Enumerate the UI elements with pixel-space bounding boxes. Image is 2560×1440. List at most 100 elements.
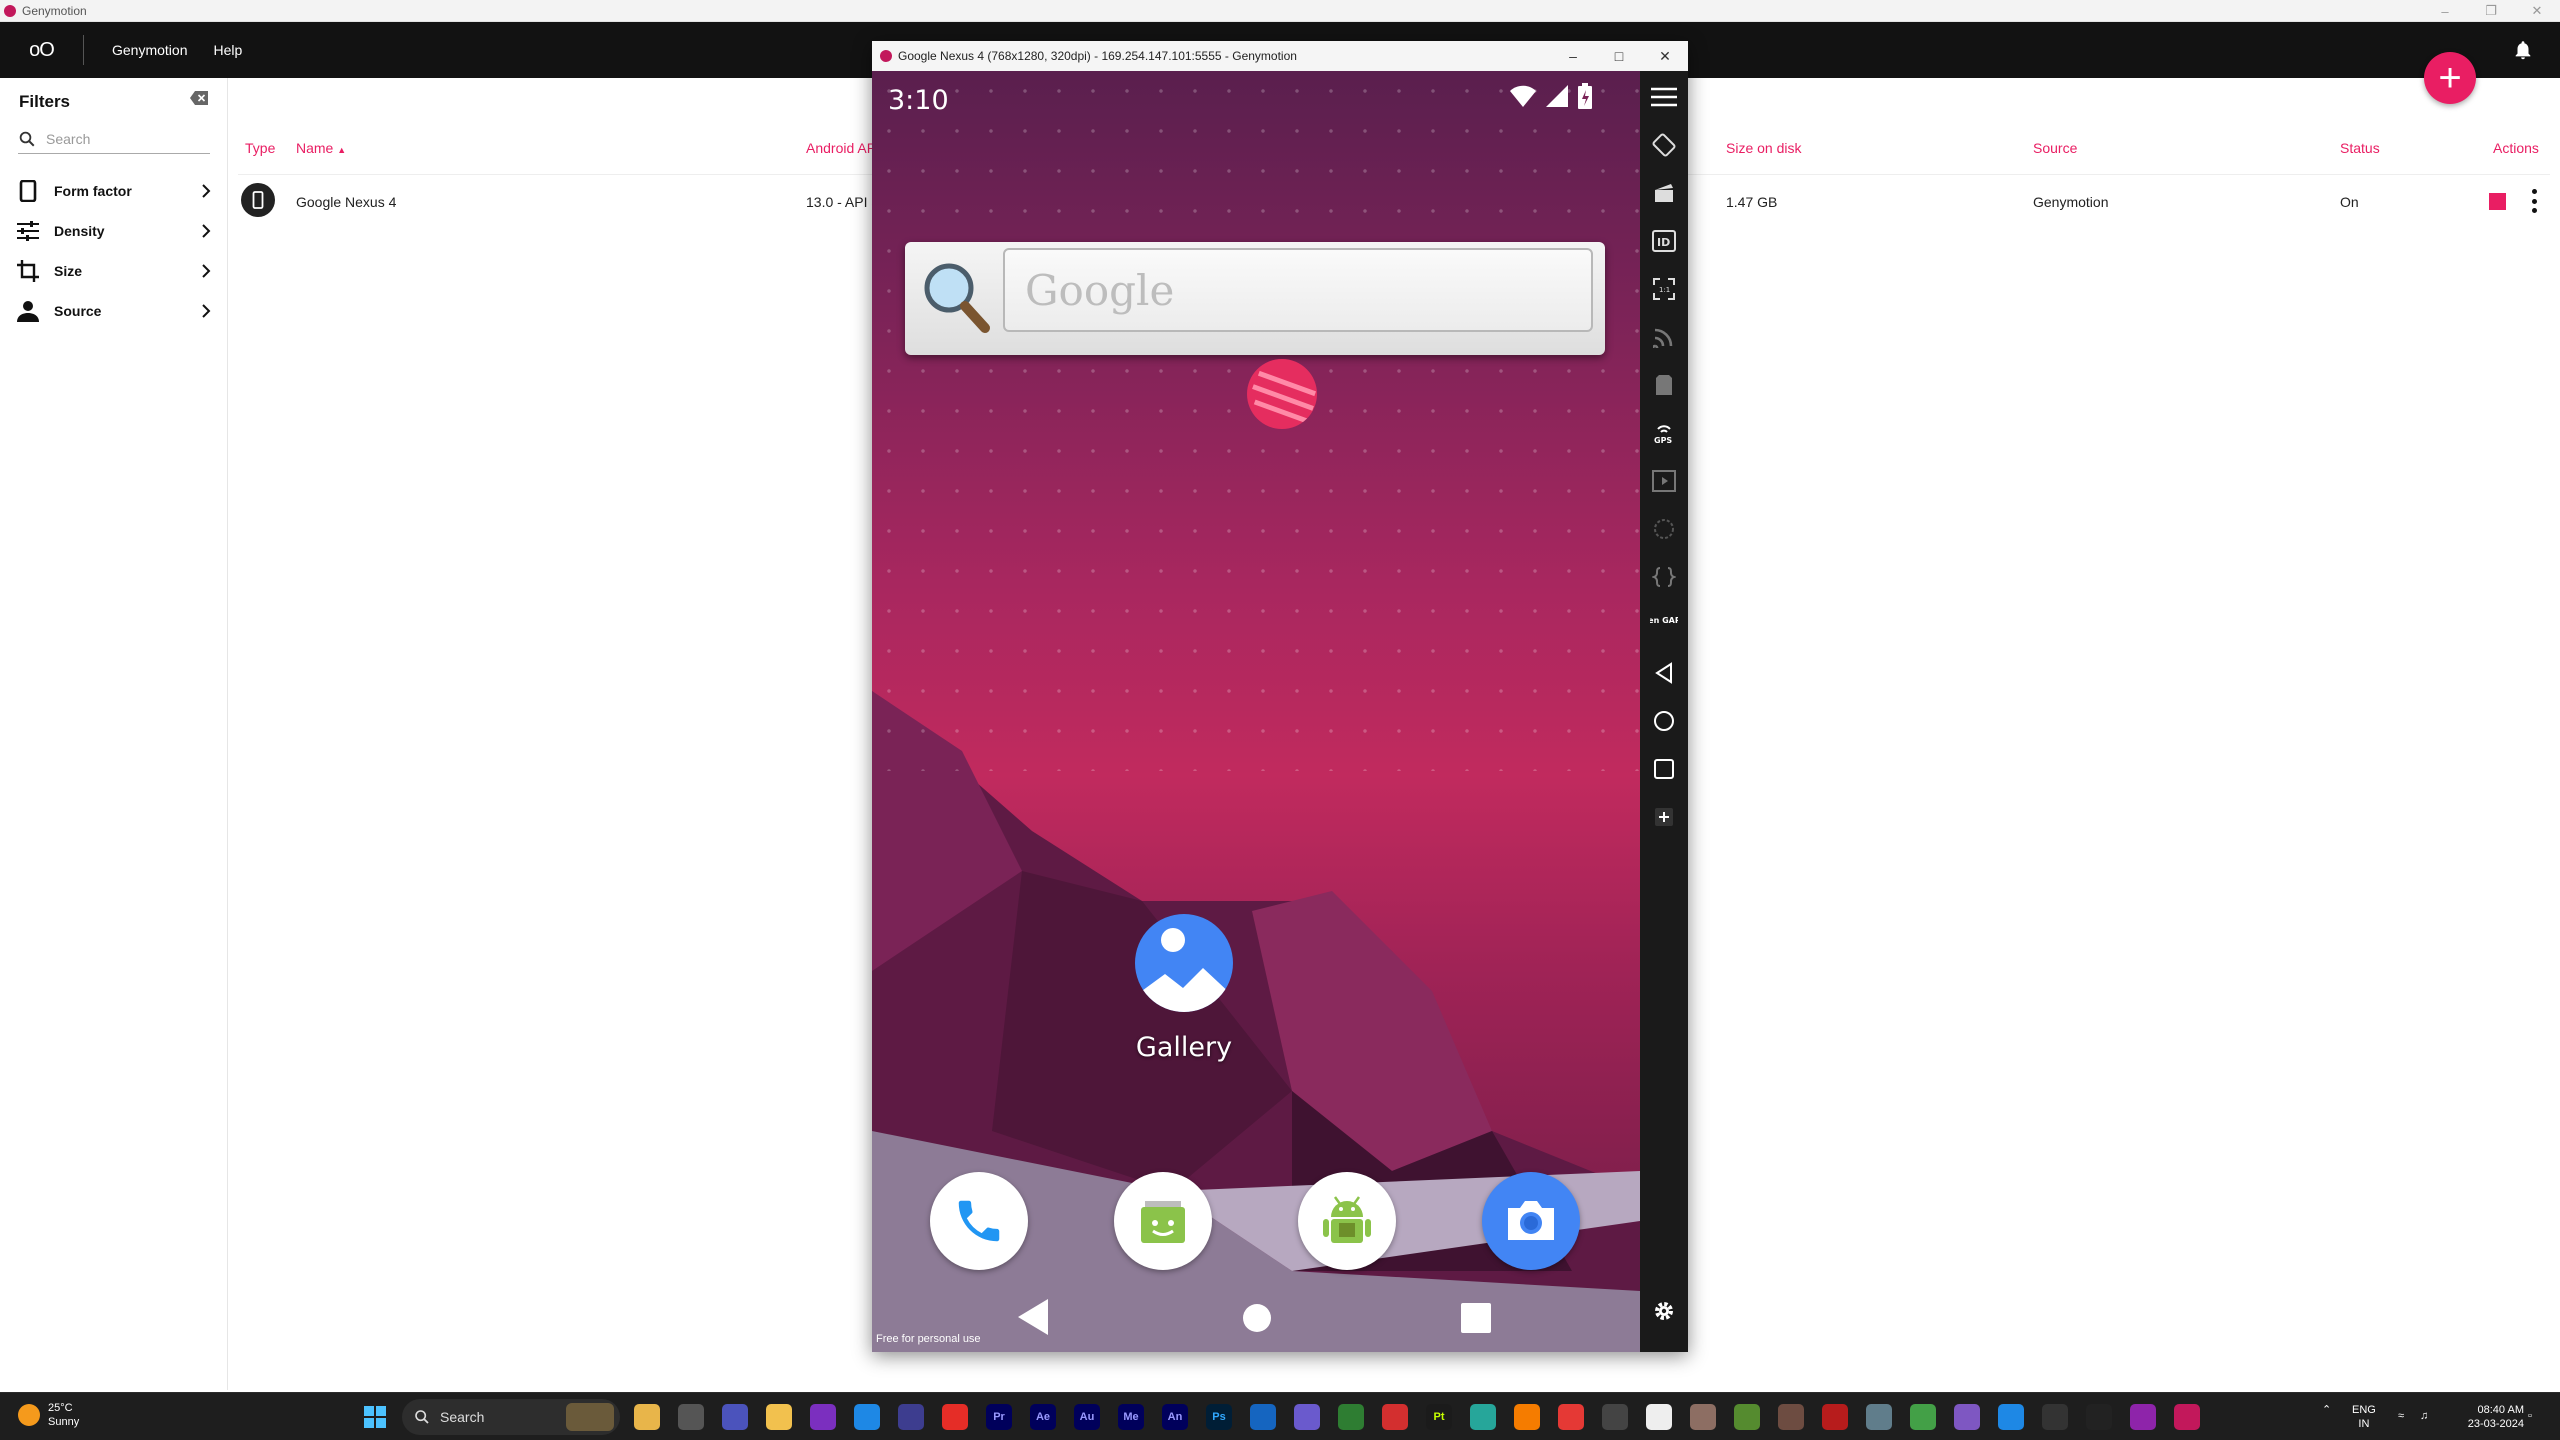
identifiers-icon[interactable]: ID	[1650, 227, 1678, 255]
capture-icon[interactable]	[1650, 179, 1678, 207]
app-icon[interactable]	[1470, 1404, 1496, 1430]
volume-tray-icon[interactable]: ♫	[2420, 1409, 2428, 1423]
app-icon[interactable]	[1734, 1404, 1760, 1430]
android-home-button[interactable]	[1242, 1303, 1272, 1333]
blender-icon[interactable]	[1514, 1404, 1540, 1430]
app-icon[interactable]	[1998, 1404, 2024, 1430]
player-icon[interactable]	[1250, 1404, 1276, 1430]
android-recents-button[interactable]	[1460, 1302, 1492, 1334]
toolbar-home-icon[interactable]	[1650, 707, 1678, 735]
archive-icon[interactable]	[2042, 1404, 2068, 1430]
after-effects-icon[interactable]: Ae	[1030, 1404, 1056, 1430]
messaging-app-icon[interactable]	[1114, 1172, 1212, 1270]
signal-icon	[1546, 85, 1568, 107]
phone-app-icon[interactable]	[930, 1172, 1028, 1270]
phone-sms-icon[interactable]	[1650, 371, 1678, 399]
app-icon[interactable]	[810, 1404, 836, 1430]
menu-help[interactable]: Help	[213, 42, 242, 58]
column-header-size-on-disk[interactable]: Size on disk	[1726, 140, 1801, 156]
file-explorer-icon[interactable]	[766, 1404, 792, 1430]
settings-icon[interactable]	[1866, 1404, 1892, 1430]
filter-form-factor[interactable]: Form factor	[16, 176, 212, 206]
pixel-perfect-icon[interactable]: 1:1	[1650, 275, 1678, 303]
column-header-name[interactable]: Name ▲	[296, 140, 346, 156]
weather-widget[interactable]: 25°C Sunny	[18, 1401, 79, 1429]
taskbar-search[interactable]: Search	[402, 1399, 620, 1435]
photoshop-icon[interactable]: Ps	[1206, 1404, 1232, 1430]
film-icon[interactable]	[898, 1404, 924, 1430]
windows-start-icon[interactable]	[364, 1406, 386, 1428]
emulator-maximize-button[interactable]: □	[1596, 41, 1642, 71]
shield-icon[interactable]	[1294, 1404, 1320, 1430]
filter-size[interactable]: Size	[16, 256, 212, 286]
app-icon[interactable]	[1954, 1404, 1980, 1430]
chrome-icon[interactable]	[1558, 1404, 1584, 1430]
teams-icon[interactable]	[722, 1404, 748, 1430]
google-search-field[interactable]: Google	[1003, 248, 1593, 332]
biometrics-icon[interactable]	[1650, 515, 1678, 543]
android-store-app-icon[interactable]	[1298, 1172, 1396, 1270]
menu-genymotion[interactable]: Genymotion	[112, 42, 187, 58]
filter-source[interactable]: Source	[16, 296, 212, 326]
notification-bell-icon[interactable]	[2512, 38, 2534, 62]
audition-icon[interactable]: Au	[1074, 1404, 1100, 1430]
camera-app-icon[interactable]	[1482, 1172, 1580, 1270]
gallery-app[interactable]: Gallery	[1114, 914, 1254, 1063]
mail-icon[interactable]	[1382, 1404, 1408, 1430]
svg-text:1:1: 1:1	[1659, 286, 1670, 294]
close-button[interactable]: ✕	[2514, 0, 2560, 22]
filter-search-input[interactable]	[46, 130, 196, 147]
column-header-type[interactable]: Type	[245, 140, 275, 156]
clock[interactable]: 08:40 AM 23-03-2024	[2448, 1403, 2524, 1431]
toolbar-back-icon[interactable]	[1650, 659, 1678, 687]
column-header-android-api[interactable]: Android API	[806, 140, 880, 156]
app-icon[interactable]	[1338, 1404, 1364, 1430]
column-header-source[interactable]: Source	[2033, 140, 2077, 156]
language-indicator[interactable]: ENG IN	[2352, 1403, 2376, 1431]
app-icon[interactable]	[1822, 1404, 1848, 1430]
settings-gear-icon[interactable]	[1650, 1297, 1678, 1325]
filter-density[interactable]: Density	[16, 216, 212, 246]
stop-device-button[interactable]	[2489, 193, 2506, 210]
android-screen[interactable]: 3:10 Google Gallery Free for personal us…	[872, 71, 1640, 1352]
opengapps-icon[interactable]: Open GAPPS	[1650, 611, 1678, 639]
emulator-minimize-button[interactable]: –	[1550, 41, 1596, 71]
app-icon[interactable]	[1602, 1404, 1628, 1430]
terminal-icon[interactable]	[2086, 1404, 2112, 1430]
clear-filters-icon[interactable]	[190, 91, 208, 105]
menu-icon[interactable]	[1650, 83, 1678, 111]
android-back-button[interactable]	[1018, 1299, 1050, 1335]
column-header-status[interactable]: Status	[2340, 140, 2380, 156]
network-icon[interactable]	[1650, 323, 1678, 351]
google-search-widget[interactable]: Google	[905, 242, 1605, 355]
genymotion-taskbar-icon[interactable]	[2174, 1404, 2200, 1430]
media-encoder-icon[interactable]: Me	[1118, 1404, 1144, 1430]
copilot-icon[interactable]	[634, 1404, 660, 1430]
toolbar-add-icon[interactable]	[1650, 803, 1678, 831]
app-icon[interactable]	[1690, 1404, 1716, 1430]
add-device-button[interactable]: +	[2424, 52, 2476, 104]
app-icon[interactable]	[1778, 1404, 1804, 1430]
minimize-button[interactable]: –	[2422, 0, 2468, 22]
youtube-icon[interactable]	[942, 1404, 968, 1430]
notification-center-icon[interactable]: ▫	[2528, 1409, 2532, 1423]
rotate-icon[interactable]	[1650, 131, 1678, 159]
genymotion-logo[interactable]: oO	[0, 35, 84, 65]
app-icon[interactable]	[2130, 1404, 2156, 1430]
show-hidden-icons[interactable]: ⌃	[2322, 1403, 2331, 1417]
emulator-close-button[interactable]: ✕	[1642, 41, 1688, 71]
more-actions-icon[interactable]	[2530, 189, 2538, 213]
app-icon[interactable]	[1910, 1404, 1936, 1430]
toolbar-recents-icon[interactable]	[1650, 755, 1678, 783]
gps-icon[interactable]: GPS	[1650, 419, 1678, 447]
task-view-icon[interactable]	[678, 1404, 704, 1430]
painter-icon[interactable]: Pt	[1426, 1404, 1452, 1430]
shell-icon[interactable]	[1650, 563, 1678, 591]
media-icon[interactable]	[1650, 467, 1678, 495]
premiere-icon[interactable]: Pr	[986, 1404, 1012, 1430]
wifi-tray-icon[interactable]: ≈	[2398, 1409, 2404, 1423]
animate-icon[interactable]: An	[1162, 1404, 1188, 1430]
store-icon[interactable]	[854, 1404, 880, 1430]
restore-button[interactable]: ❐	[2468, 0, 2514, 22]
notion-icon[interactable]	[1646, 1404, 1672, 1430]
